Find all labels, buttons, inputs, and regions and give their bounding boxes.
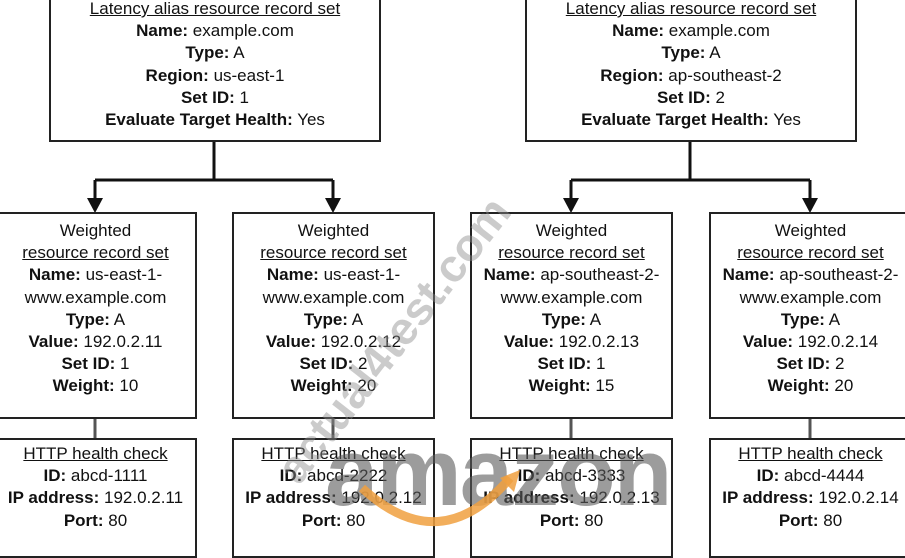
amazon-arrow-icon [358,470,520,526]
